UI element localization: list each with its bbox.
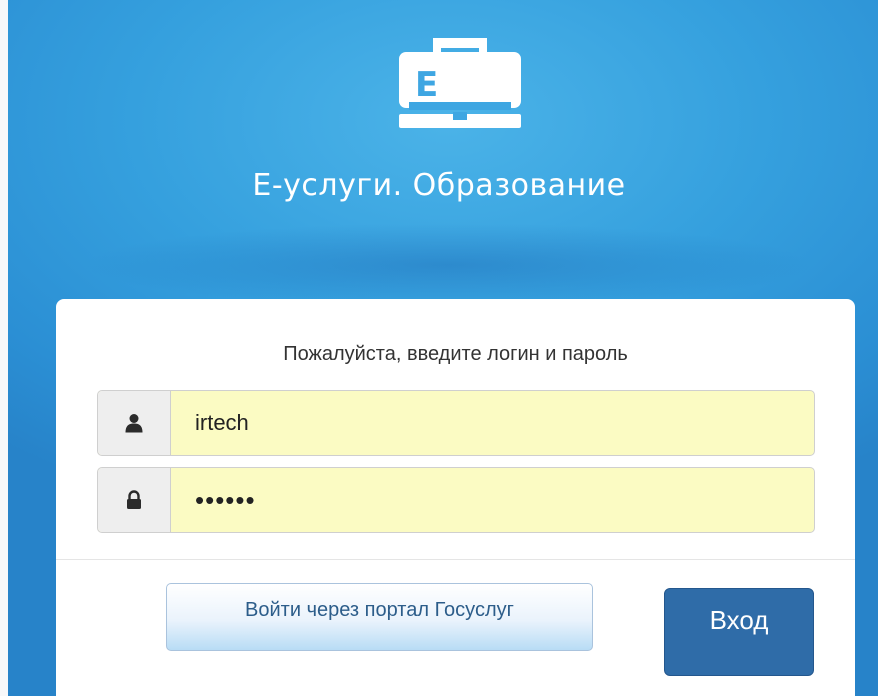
username-input[interactable] [171,391,795,455]
briefcase-icon: E [399,38,521,128]
logo-letter: E [415,65,438,105]
password-field [97,467,815,533]
login-card: Пожалуйста, введите логин и пароль Войти… [56,299,855,696]
username-field [97,390,815,456]
user-icon [125,414,143,433]
login-prompt: Пожалуйста, введите логин и пароль [283,343,628,365]
password-input[interactable] [171,468,795,532]
form-divider [56,559,855,560]
gosuslugi-login-button[interactable]: Войти через портал Госуслуг [166,583,593,651]
username-addon [98,391,171,455]
password-addon [98,468,171,532]
submit-login-button[interactable]: Вход [664,588,814,676]
app-title: Е-услуги. Образование [252,168,626,203]
lock-icon [127,490,141,509]
